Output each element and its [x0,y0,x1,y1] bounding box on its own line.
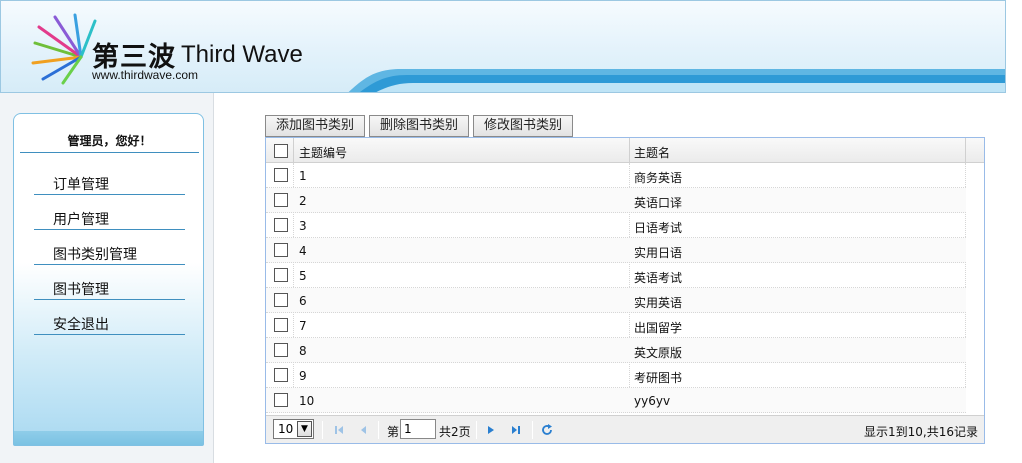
total-pages-label: 共2页 [439,425,471,439]
page-size-value: 10 [278,422,294,436]
page-prefix-label: 第 [387,425,400,439]
table-row[interactable]: 9 考研图书 [266,363,966,388]
select-all-checkbox[interactable] [274,144,288,158]
delete-category-button[interactable]: 删除图书类别 [369,115,469,137]
table-row[interactable]: 10 yy6yv [266,388,966,413]
cell-topic-name: 日语考试 [634,221,683,235]
pager-separator [322,421,323,439]
table-row[interactable]: 6 实用英语 [266,288,966,313]
prev-page-icon[interactable] [356,423,370,437]
table-header: 主题编号 主题名 [266,138,984,163]
table-row[interactable]: 5 英语考试 [266,263,966,288]
edit-category-button[interactable]: 修改图书类别 [473,115,573,137]
pagination-bar: 10 ▼ 第 1 共2页 显示1到10,共16记录 [266,415,984,443]
cell-topic-name: 英语考试 [634,271,683,285]
column-divider [629,138,630,163]
cell-topic-id: 9 [299,369,307,383]
logo-burst-icon [31,13,97,85]
table-row[interactable]: 7 出国留学 [266,313,966,338]
table-row[interactable]: 1 商务英语 [266,163,966,188]
header-wave-decoration [348,69,1005,92]
app-header: 第三波 Third Wave www.thirdwave.com [0,0,1006,93]
cell-topic-name: 实用英语 [634,296,683,310]
refresh-icon[interactable] [540,423,554,437]
row-checkbox[interactable] [274,218,288,232]
column-divider [293,138,294,163]
cell-topic-name: 英语口译 [634,196,683,210]
cell-topic-id: 1 [299,169,307,183]
cell-topic-name: 出国留学 [634,321,683,335]
cell-topic-name: yy6yv [634,394,671,408]
sidebar-item-label: 安全退出 [53,317,109,333]
cell-topic-id: 4 [299,244,307,258]
cell-topic-id: 3 [299,219,307,233]
row-checkbox[interactable] [274,243,288,257]
sidebar-item-orders[interactable]: 订单管理 [34,171,185,195]
column-header-name[interactable]: 主题名 [634,144,670,161]
row-checkbox[interactable] [274,368,288,382]
table-row[interactable]: 2 英语口译 [266,188,966,213]
row-checkbox[interactable] [274,318,288,332]
cell-topic-id: 7 [299,319,307,333]
row-checkbox[interactable] [274,393,288,407]
sidebar-item-label: 图书类别管理 [53,247,137,263]
next-page-icon[interactable] [484,423,498,437]
sidebar-item-label: 用户管理 [53,212,109,228]
cell-topic-id: 10 [299,394,315,408]
sidebar-item-label: 图书管理 [53,282,109,298]
cell-topic-id: 5 [299,269,307,283]
cell-topic-id: 2 [299,194,307,208]
table-row[interactable]: 3 日语考试 [266,213,966,238]
logo-url-text: www.thirdwave.com [92,68,199,82]
first-page-icon[interactable] [332,423,346,437]
sidebar-item-books[interactable]: 图书管理 [34,276,185,300]
greeting-divider [20,152,199,153]
cell-topic-id: 6 [299,294,307,308]
table-row[interactable]: 4 实用日语 [266,238,966,263]
sidebar-item-label: 订单管理 [53,177,109,193]
menu-panel: 管理员，您好！ 订单管理 用户管理 图书类别管理 图书管理 安全退出 [13,113,204,446]
row-checkbox[interactable] [274,343,288,357]
page-size-select[interactable]: 10 ▼ [273,419,314,439]
cell-topic-name: 商务英语 [634,171,683,185]
admin-greeting: 管理员，您好！ [67,134,152,148]
menu-panel-footer [14,431,203,445]
row-checkbox[interactable] [274,193,288,207]
cell-topic-name: 考研图书 [634,371,683,385]
row-checkbox[interactable] [274,168,288,182]
current-page-input[interactable]: 1 [400,419,436,439]
cell-topic-name: 英文原版 [634,346,683,360]
add-category-button[interactable]: 添加图书类别 [265,115,365,137]
last-page-icon[interactable] [509,423,523,437]
sidebar-item-logout[interactable]: 安全退出 [34,311,185,335]
column-divider [965,138,966,163]
row-checkbox[interactable] [274,293,288,307]
cell-topic-name: 实用日语 [634,246,683,260]
sidebar-item-users[interactable]: 用户管理 [34,206,185,230]
pagination-summary: 显示1到10,共16记录 [864,425,978,439]
category-table: 主题编号 主题名 1 商务英语 2 英语口译 3 日语考试 4 实用日语 5 英… [265,137,985,444]
column-header-id[interactable]: 主题编号 [299,144,347,161]
cell-topic-id: 8 [299,344,307,358]
chevron-down-icon[interactable]: ▼ [297,421,312,437]
row-checkbox[interactable] [274,268,288,282]
table-row[interactable]: 8 英文原版 [266,338,966,363]
sidebar: 管理员，您好！ 订单管理 用户管理 图书类别管理 图书管理 安全退出 [0,93,214,463]
pager-separator [476,421,477,439]
pager-separator [532,421,533,439]
sidebar-item-book-categories[interactable]: 图书类别管理 [34,241,185,265]
logo-english-text: Third Wave [181,41,303,68]
pager-separator [378,421,379,439]
